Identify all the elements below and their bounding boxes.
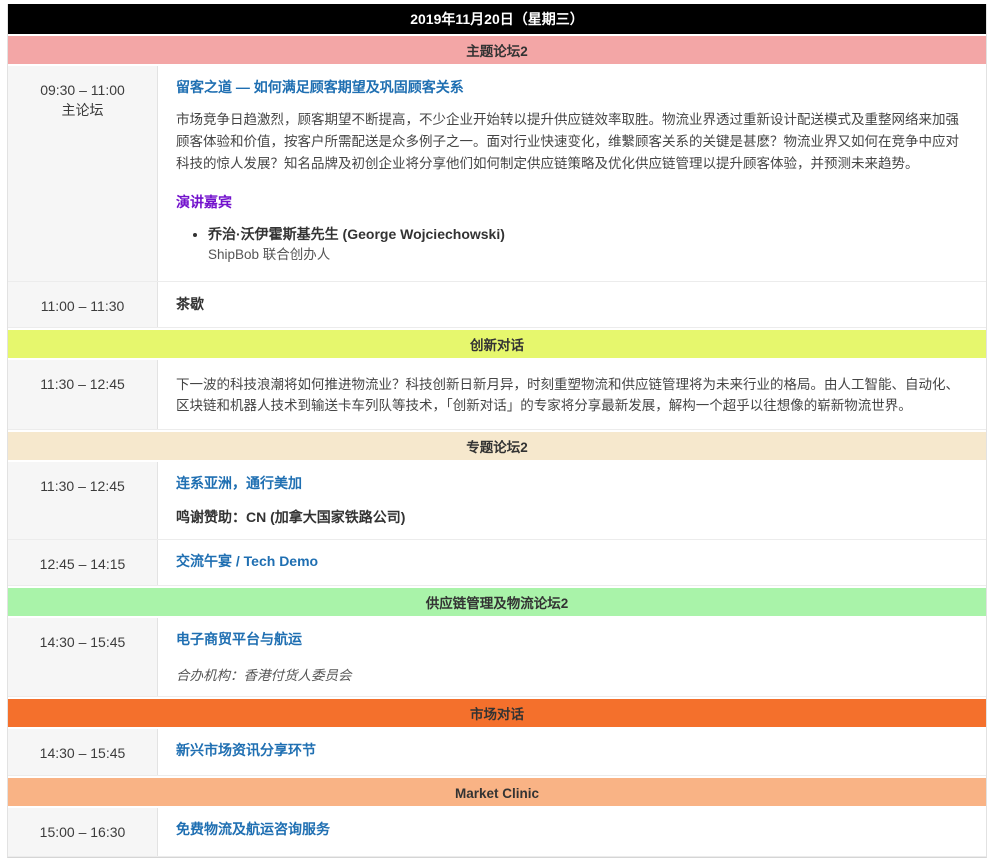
organizer-note: 合办机构：香港付货人委员会 — [176, 664, 966, 684]
session-title-link[interactable]: 连系亚洲，通行美加 — [176, 474, 966, 492]
section-band-theme-forum-2: 主题论坛2 — [8, 34, 986, 66]
time-cell: 14:30 – 15:45 — [8, 618, 158, 696]
time-cell: 11:30 – 12:45 — [8, 462, 158, 539]
table-row: 11:30 – 12:45 下一波的科技浪潮将如何推进物流业？科技创新日新月异，… — [8, 360, 986, 431]
time-cell: 12:45 – 14:15 — [8, 540, 158, 584]
time-label: 12:45 – 14:15 — [12, 554, 153, 574]
date-header: 2019年11月20日（星期三） — [8, 4, 986, 34]
session-title-link[interactable]: 新兴市场资讯分享环节 — [176, 741, 966, 759]
table-row: 11:00 – 11:30 茶歇 — [8, 282, 986, 327]
table-row: 09:30 – 11:00 主论坛 留客之道 — 如何满足顾客期望及巩固顾客关系… — [8, 66, 986, 282]
time-cell: 11:30 – 12:45 — [8, 360, 158, 430]
section-band-innovation-dialogue: 创新对话 — [8, 328, 986, 360]
section-band-special-forum-2: 专题论坛2 — [8, 430, 986, 462]
list-item: 乔治·沃伊霍斯基先生 (George Wojciechowski) ShipBo… — [208, 224, 966, 266]
time-label: 14:30 – 15:45 — [12, 632, 153, 652]
section-band-supply-chain-logistics-forum-2: 供应链管理及物流论坛2 — [8, 586, 986, 618]
session-title-link[interactable]: 留客之道 — 如何满足顾客期望及巩固顾客关系 — [176, 78, 966, 96]
table-row: 15:00 – 16:30 免费物流及航运咨询服务 — [8, 808, 986, 857]
session-title-link[interactable]: 交流午宴 / Tech Demo — [176, 552, 966, 570]
table-row: 14:30 – 15:45 新兴市场资讯分享环节 — [8, 729, 986, 776]
sponsor-note: 鸣谢赞助：CN (加拿大国家铁路公司) — [176, 507, 966, 527]
session-cell: 免费物流及航运咨询服务 — [158, 808, 986, 856]
conference-agenda-table: 2019年11月20日（星期三） 主题论坛2 09:30 – 11:00 主论坛… — [7, 4, 987, 858]
section-band-market-clinic: Market Clinic — [8, 776, 986, 808]
session-cell: 连系亚洲，通行美加 鸣谢赞助：CN (加拿大国家铁路公司) — [158, 462, 986, 539]
time-cell: 14:30 – 15:45 — [8, 729, 158, 775]
time-label: 11:30 – 12:45 — [12, 476, 153, 496]
time-label: 14:30 – 15:45 — [12, 743, 153, 763]
session-cell: 下一波的科技浪潮将如何推进物流业？科技创新日新月异，时刻重塑物流和供应链管理将为… — [158, 360, 986, 430]
session-title-link[interactable]: 免费物流及航运咨询服务 — [176, 820, 966, 838]
time-label: 11:30 – 12:45 — [12, 374, 153, 394]
table-row: 12:45 – 14:15 交流午宴 / Tech Demo — [8, 540, 986, 585]
session-title-link[interactable]: 电子商贸平台与航运 — [176, 630, 966, 648]
session-description: 下一波的科技浪潮将如何推进物流业？科技创新日新月异，时刻重塑物流和供应链管理将为… — [176, 374, 966, 418]
session-cell: 交流午宴 / Tech Demo — [158, 540, 986, 584]
time-label: 09:30 – 11:00 — [12, 80, 153, 100]
session-description: 市场竞争日趋激烈，顾客期望不断提高，不少企业开始转以提升供应链效率取胜。物流业界… — [176, 109, 966, 175]
session-cell: 新兴市场资讯分享环节 — [158, 729, 986, 775]
section-band-market-dialogue: 市场对话 — [8, 697, 986, 729]
time-label: 11:00 – 11:30 — [12, 296, 153, 316]
time-cell: 15:00 – 16:30 — [8, 808, 158, 856]
speaker-role: ShipBob 联合创办人 — [208, 247, 330, 262]
session-cell: 电子商贸平台与航运 合办机构：香港付货人委员会 — [158, 618, 986, 696]
session-cell: 留客之道 — 如何满足顾客期望及巩固顾客关系 市场竞争日趋激烈，顾客期望不断提高… — [158, 66, 986, 281]
table-row: 11:30 – 12:45 连系亚洲，通行美加 鸣谢赞助：CN (加拿大国家铁路… — [8, 462, 986, 540]
time-label: 15:00 – 16:30 — [12, 822, 153, 842]
time-cell: 09:30 – 11:00 主论坛 — [8, 66, 158, 281]
speakers-list: 乔治·沃伊霍斯基先生 (George Wojciechowski) ShipBo… — [176, 224, 966, 266]
speaker-name: 乔治·沃伊霍斯基先生 (George Wojciechowski) — [208, 226, 505, 242]
track-label: 主论坛 — [12, 100, 153, 120]
session-title: 茶歇 — [176, 294, 966, 314]
time-cell: 11:00 – 11:30 — [8, 282, 158, 326]
table-row: 14:30 – 15:45 电子商贸平台与航运 合办机构：香港付货人委员会 — [8, 618, 986, 697]
session-cell: 茶歇 — [158, 282, 986, 326]
speakers-heading: 演讲嘉宾 — [176, 192, 966, 212]
